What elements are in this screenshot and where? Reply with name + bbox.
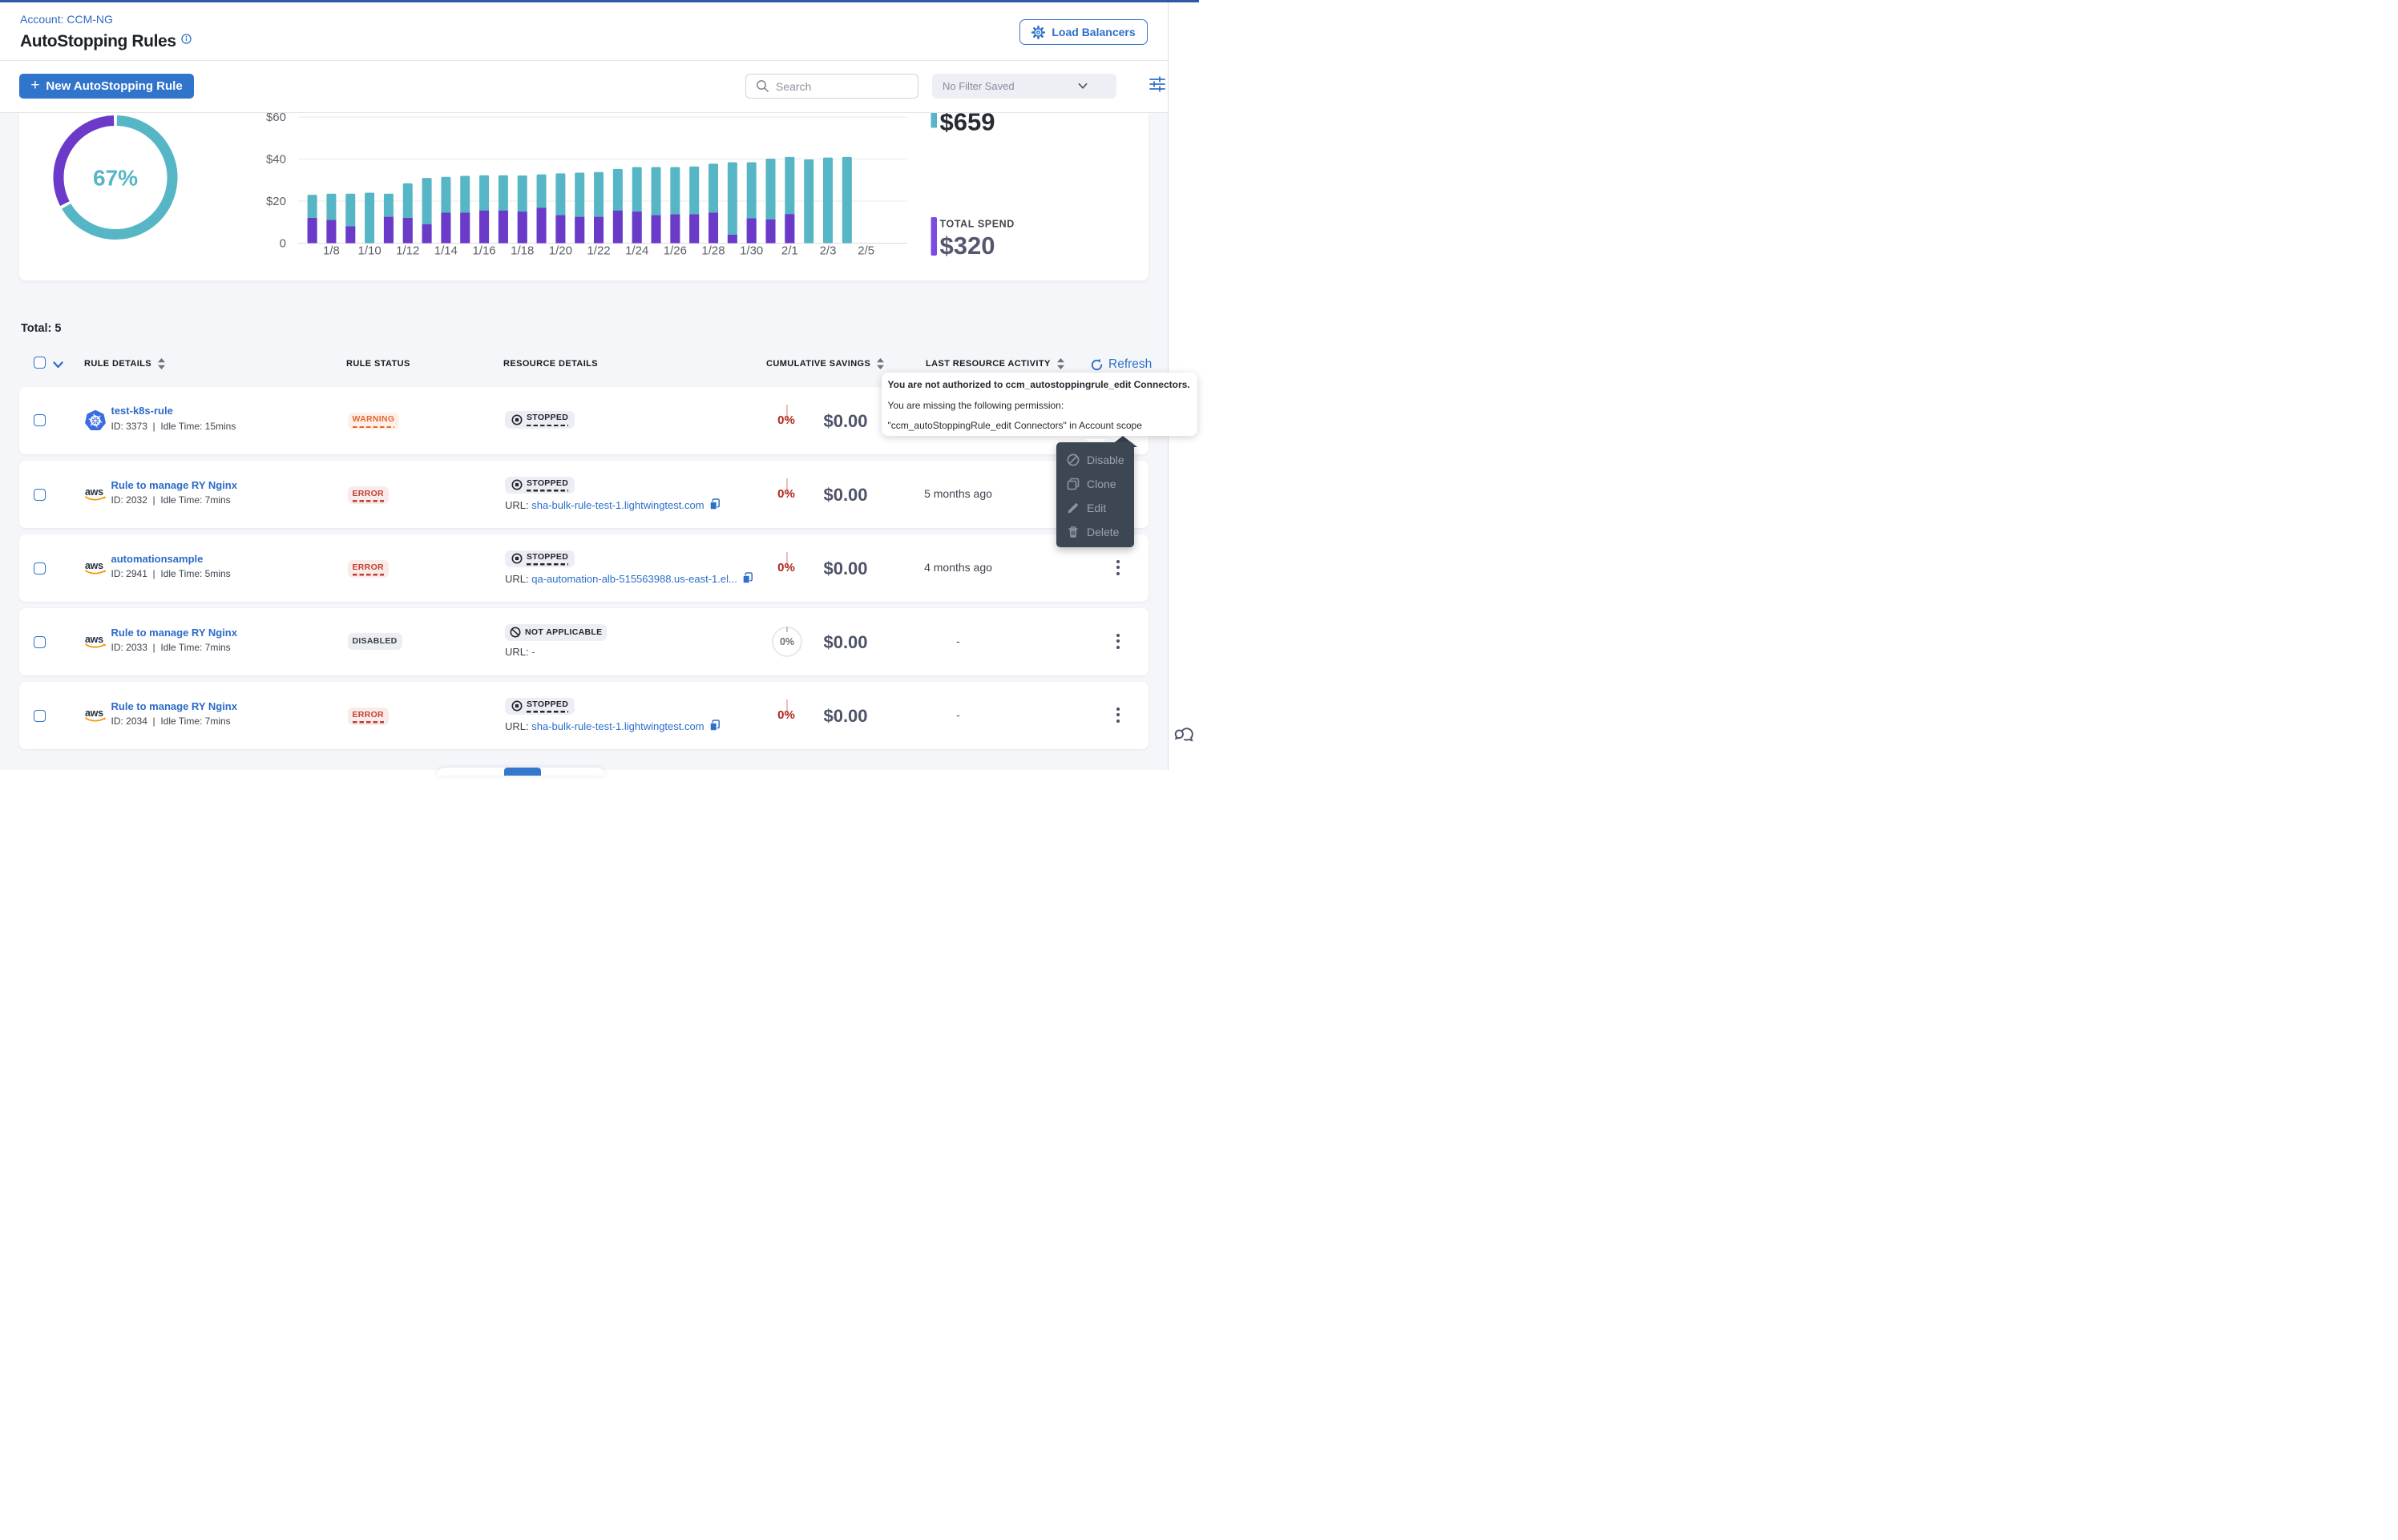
svg-text:1/28: 1/28 — [701, 244, 725, 257]
svg-text:0: 0 — [280, 236, 286, 250]
svg-text:2/3: 2/3 — [820, 244, 837, 257]
svg-text:1/18: 1/18 — [511, 244, 534, 257]
svg-text:$320: $320 — [940, 232, 995, 260]
svg-text:1/12: 1/12 — [396, 244, 419, 257]
svg-text:$40: $40 — [266, 152, 286, 166]
svg-text:1/14: 1/14 — [434, 244, 458, 257]
svg-text:1/8: 1/8 — [323, 244, 340, 257]
svg-text:1/20: 1/20 — [549, 244, 572, 257]
svg-text:2/5: 2/5 — [858, 244, 874, 257]
svg-text:aws: aws — [85, 560, 103, 571]
svg-text:1/10: 1/10 — [357, 244, 381, 257]
svg-text:aws: aws — [85, 486, 103, 498]
svg-text:1/16: 1/16 — [472, 244, 495, 257]
svg-text:$20: $20 — [266, 195, 286, 208]
svg-text:aws: aws — [85, 708, 103, 719]
svg-text:1/24: 1/24 — [625, 244, 648, 257]
svg-text:1/30: 1/30 — [740, 244, 763, 257]
svg-text:$659: $659 — [940, 113, 995, 136]
svg-text:aws: aws — [85, 634, 103, 645]
svg-text:1/26: 1/26 — [664, 244, 687, 257]
svg-text:67%: 67% — [93, 165, 138, 190]
svg-text:$60: $60 — [266, 113, 286, 124]
svg-text:2/1: 2/1 — [781, 244, 798, 257]
svg-text:TOTAL SPEND: TOTAL SPEND — [940, 218, 1015, 229]
svg-text:1/22: 1/22 — [587, 244, 610, 257]
